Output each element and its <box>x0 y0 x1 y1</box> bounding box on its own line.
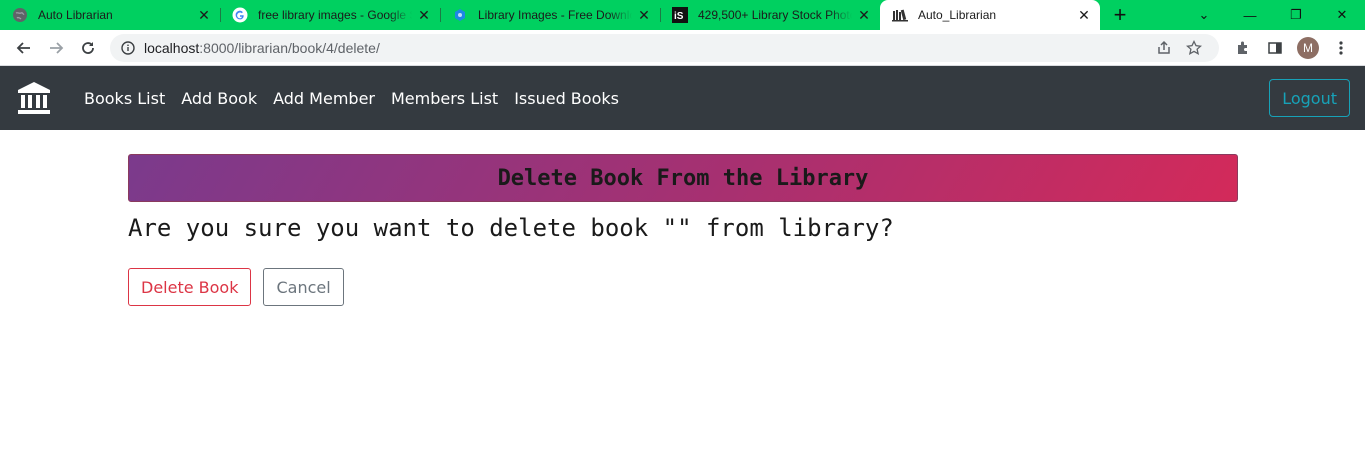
form-actions: Delete Book Cancel <box>128 268 1238 306</box>
tab-title: Library Images - Free Download <box>478 8 632 22</box>
close-tab-icon[interactable]: ✕ <box>636 7 652 23</box>
books-icon <box>892 7 908 23</box>
url-path: :8000/librarian/book/4/delete/ <box>199 39 380 56</box>
url-host: localhost <box>144 39 200 56</box>
tab-title: Auto Librarian <box>38 8 113 22</box>
nav-add-book[interactable]: Add Book <box>173 89 265 108</box>
delete-confirmation-text: Are you sure you want to delete book "" … <box>128 214 894 242</box>
delete-book-button[interactable]: Delete Book <box>128 268 252 306</box>
close-tab-icon[interactable]: ✕ <box>1076 7 1092 23</box>
istock-icon: iS <box>672 7 688 23</box>
library-logo-icon[interactable] <box>16 80 52 116</box>
reload-icon[interactable] <box>72 34 104 62</box>
browser-menu-icon[interactable] <box>1325 34 1357 62</box>
site-info-icon[interactable] <box>120 40 136 56</box>
extensions-icon[interactable] <box>1227 34 1259 62</box>
bookmark-star-icon[interactable] <box>1179 39 1209 56</box>
browser-tab-active[interactable]: Auto_Librarian ✕ <box>880 0 1100 30</box>
window-controls: ⌄ — ❐ ✕ <box>1181 0 1365 30</box>
main-content: Delete Book From the Library Are you sur… <box>0 130 1365 306</box>
browser-tab[interactable]: Auto Librarian ✕ <box>0 0 220 30</box>
tab-title: free library images - Google Search <box>258 8 412 22</box>
back-icon[interactable] <box>8 34 40 62</box>
nav-add-member[interactable]: Add Member <box>265 89 383 108</box>
tab-search-icon[interactable]: ⌄ <box>1181 0 1227 30</box>
svg-text:iS: iS <box>674 11 684 22</box>
google-icon <box>232 7 248 23</box>
globe-icon <box>12 7 28 23</box>
restore-icon[interactable]: ❐ <box>1273 0 1319 30</box>
nav-links: Books List Add Book Add Member Members L… <box>76 89 627 108</box>
minimize-icon[interactable]: — <box>1227 0 1273 30</box>
close-window-icon[interactable]: ✕ <box>1319 0 1365 30</box>
close-tab-icon[interactable]: ✕ <box>856 7 872 23</box>
url-text: localhost:8000/librarian/book/4/delete/ <box>144 40 1149 56</box>
nav-books-list[interactable]: Books List <box>76 89 173 108</box>
share-icon[interactable] <box>1149 40 1179 56</box>
page-heading-banner: Delete Book From the Library <box>128 154 1238 202</box>
logout-button[interactable]: Logout <box>1269 79 1350 117</box>
address-toolbar: localhost:8000/librarian/book/4/delete/ … <box>0 30 1365 66</box>
browser-tab[interactable]: free library images - Google Search ✕ <box>220 0 440 30</box>
page-title: Delete Book From the Library <box>497 165 869 191</box>
cancel-button[interactable]: Cancel <box>263 268 344 306</box>
new-tab-button[interactable]: + <box>1100 0 1140 30</box>
nav-members-list[interactable]: Members List <box>383 89 506 108</box>
browser-tab[interactable]: iS 429,500+ Library Stock Photos ✕ <box>660 0 880 30</box>
app-navbar: Books List Add Book Add Member Members L… <box>0 66 1365 130</box>
address-bar[interactable]: localhost:8000/librarian/book/4/delete/ <box>110 33 1219 62</box>
close-tab-icon[interactable]: ✕ <box>196 7 212 23</box>
browser-tab[interactable]: Library Images - Free Download ✕ <box>440 0 660 30</box>
close-tab-icon[interactable]: ✕ <box>416 7 432 23</box>
browser-tab-strip: Auto Librarian ✕ free library images - G… <box>0 0 1365 30</box>
tab-title: 429,500+ Library Stock Photos <box>698 8 852 22</box>
profile-avatar[interactable]: M <box>1297 36 1319 59</box>
forward-icon[interactable] <box>40 34 72 62</box>
nav-issued-books[interactable]: Issued Books <box>506 89 627 108</box>
tab-title: Auto_Librarian <box>918 8 997 22</box>
side-panel-icon[interactable] <box>1259 34 1291 62</box>
pixabay-icon <box>452 7 468 23</box>
